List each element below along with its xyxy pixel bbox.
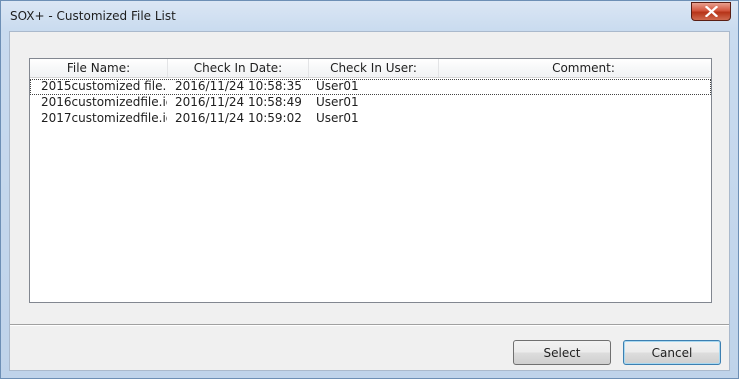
- title-bar[interactable]: SOX+ - Customized File List: [1, 1, 738, 31]
- cancel-button[interactable]: Cancel: [623, 340, 721, 365]
- file-list[interactable]: File Name: Check In Date: Check In User:…: [29, 58, 712, 303]
- cell-check-in-user: User01: [316, 95, 359, 109]
- list-rows: 2015customized file.ic 2016/11/24 10:58:…: [30, 79, 711, 127]
- table-row[interactable]: 2016customizedfile.ig 2016/11/24 10:58:4…: [30, 95, 711, 111]
- cell-file-name: 2017customizedfile.ig: [41, 111, 167, 125]
- cell-comment: [444, 95, 711, 111]
- cell-check-in-date: 2016/11/24 10:58:35: [175, 79, 302, 93]
- cell-comment: [444, 79, 711, 95]
- cell-check-in-user: User01: [316, 111, 359, 125]
- list-header: File Name: Check In Date: Check In User:…: [30, 59, 711, 78]
- button-area-divider: [10, 324, 729, 326]
- column-header-check-in-user[interactable]: Check In User:: [309, 59, 439, 77]
- close-icon: [705, 6, 718, 17]
- table-row[interactable]: 2015customized file.ic 2016/11/24 10:58:…: [30, 79, 711, 95]
- select-button[interactable]: Select: [513, 340, 611, 365]
- dialog-window: SOX+ - Customized File List File Name: C…: [0, 0, 739, 379]
- window-title: SOX+ - Customized File List: [10, 9, 176, 23]
- dialog-client-area: File Name: Check In Date: Check In User:…: [9, 31, 730, 371]
- cell-file-name: 2015customized file.ic: [41, 79, 167, 93]
- cell-check-in-date: 2016/11/24 10:58:49: [175, 95, 302, 109]
- table-row[interactable]: 2017customizedfile.ig 2016/11/24 10:59:0…: [30, 111, 711, 127]
- cell-file-name: 2016customizedfile.ig: [41, 95, 167, 109]
- column-header-check-in-date[interactable]: Check In Date:: [168, 59, 309, 77]
- close-button[interactable]: [691, 2, 731, 21]
- cell-comment: [444, 111, 711, 127]
- column-header-file-name[interactable]: File Name:: [30, 59, 168, 77]
- cell-check-in-date: 2016/11/24 10:59:02: [175, 111, 302, 125]
- cell-check-in-user: User01: [316, 79, 359, 93]
- column-header-comment[interactable]: Comment:: [439, 59, 711, 77]
